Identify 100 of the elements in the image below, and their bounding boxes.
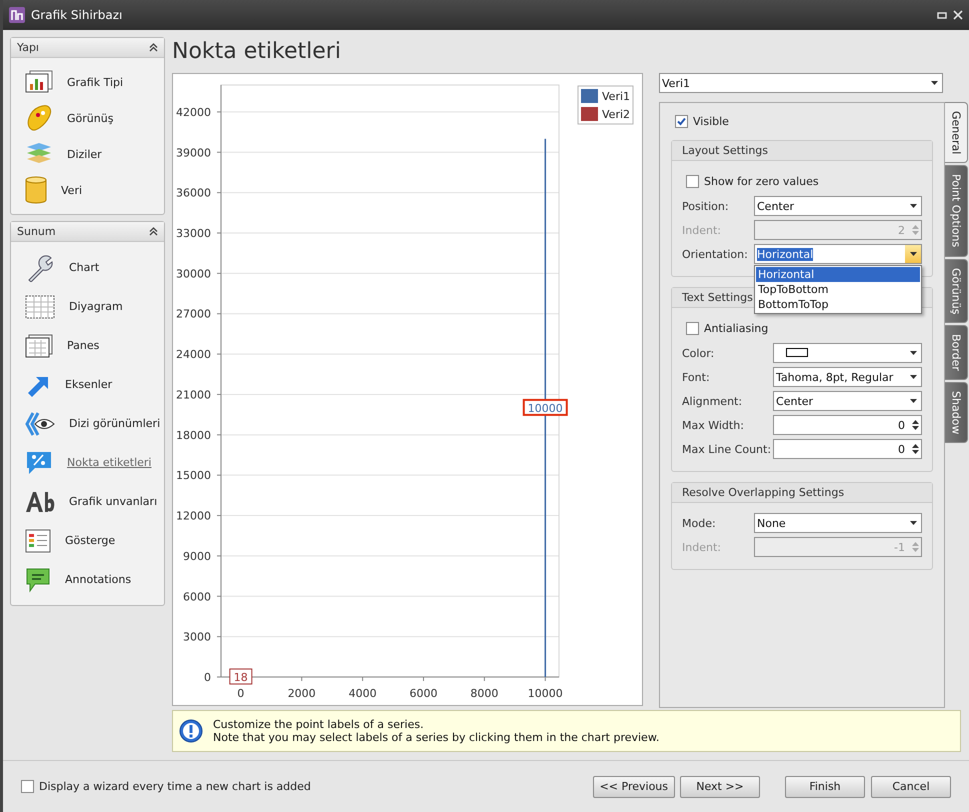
y-tick-label: 42000 <box>176 106 211 119</box>
dropdown[interactable]: Tahoma, 8pt, Regular <box>773 367 922 387</box>
annotation: 10000 <box>528 402 563 415</box>
page-title: Nokta etiketleri <box>172 38 342 66</box>
tab[interactable]: Point Options <box>945 165 968 257</box>
panes-icon <box>25 334 53 358</box>
checkbox[interactable]: Display a wizard every time a new chart is added <box>21 780 593 793</box>
legend-icon <box>25 528 51 552</box>
grid-icon <box>25 294 55 318</box>
sidebar-item[interactable]: Eksenler <box>65 378 112 391</box>
dropdown-arrow-icon <box>910 252 916 256</box>
dropdown-arrow-icon <box>930 81 938 85</box>
field-label: Orientation: <box>682 248 749 260</box>
group-title: Resolve Overlapping Settings <box>682 486 844 499</box>
y-tick-label: 15000 <box>176 469 211 482</box>
y-tick-label: 21000 <box>176 388 211 402</box>
close-icon[interactable] <box>953 10 963 20</box>
sidebar-item[interactable]: Panes <box>67 339 100 352</box>
color-dropdown[interactable] <box>773 343 922 363</box>
spin-arrows-icon[interactable] <box>912 443 918 455</box>
dropdown-arrow-icon <box>910 204 916 208</box>
checkbox[interactable]: Visible <box>671 113 933 130</box>
series-dropdown[interactable]: Veri1 <box>659 73 943 93</box>
field-label: Indent: <box>682 540 722 554</box>
legend-label: Veri1 <box>602 90 630 103</box>
collapse-icon[interactable] <box>149 43 158 52</box>
sidebar-item[interactable]: Dizi görünümleri <box>69 417 160 430</box>
y-tick-label: 36000 <box>176 186 211 200</box>
tab[interactable]: Border <box>945 325 968 380</box>
field-label: Color: <box>682 346 716 360</box>
sidebar-item[interactable]: Grafik unvanları <box>69 495 158 508</box>
field-label: Mode: <box>682 516 717 530</box>
checkbox[interactable]: Antialiasing <box>686 322 922 335</box>
y-tick-label: 0 <box>204 671 211 684</box>
point-label[interactable]: 10000 <box>522 398 568 416</box>
tab[interactable]: Görünüş <box>945 258 968 324</box>
y-tick-label: 3000 <box>183 630 211 644</box>
spin-field[interactable]: 0 <box>773 415 922 435</box>
tab[interactable]: General <box>945 102 968 164</box>
wizard-button[interactable]: Cancel <box>871 776 951 798</box>
info-text: Note that you may select labels of a series by clicking them in the chart preview. <box>213 731 660 744</box>
field-label: Font: <box>682 370 711 384</box>
x-tick-label: 4000 <box>348 687 377 700</box>
field-label: Max Line Count: <box>682 442 772 456</box>
dropdown-arrow-icon <box>910 375 916 379</box>
sidebar-item[interactable]: Diziler <box>67 148 102 160</box>
percent-bubble-icon <box>25 450 53 476</box>
checkbox[interactable]: Show for zero values <box>686 175 922 188</box>
dropdown-option[interactable]: Horizontal <box>756 267 920 282</box>
bar-chart-icon <box>25 70 53 94</box>
x-tick-label: 10000 <box>528 687 563 700</box>
minimize-icon[interactable] <box>937 10 947 20</box>
sidebar-item[interactable]: Diyagram <box>69 300 123 313</box>
dropdown-arrow-icon <box>910 399 916 403</box>
dropdown-arrow-icon <box>910 521 916 525</box>
legend-label: Veri2 <box>602 108 630 121</box>
y-tick-label: 18000 <box>176 428 211 442</box>
field-label: Indent: <box>682 224 722 236</box>
cylinder-icon <box>25 176 47 204</box>
y-tick-label: 39000 <box>176 146 211 160</box>
window-title: Grafik Sihirbazı <box>31 8 124 22</box>
point-label[interactable]: 18 <box>229 668 252 684</box>
info-icon <box>179 719 203 743</box>
sidebar-item[interactable]: Chart <box>69 261 100 274</box>
y-tick-label: 9000 <box>183 550 211 563</box>
wizard-button[interactable]: << Previous <box>592 776 675 798</box>
app-icon <box>9 7 25 23</box>
y-tick-label: 27000 <box>176 308 211 321</box>
spin-arrows-icon[interactable] <box>912 419 918 431</box>
dropdown[interactable]: Center <box>773 391 922 411</box>
speech-bubble-icon <box>25 566 51 592</box>
checkmark-icon <box>677 117 686 126</box>
sidebar-item[interactable]: Grafik Tipi <box>67 76 124 88</box>
wizard-button[interactable]: Next >> <box>680 776 760 798</box>
section-title: Sunum <box>17 225 56 238</box>
tab[interactable]: Shadow <box>945 382 968 444</box>
dropdown[interactable]: None <box>754 513 922 533</box>
dropdown[interactable]: Center <box>754 196 922 216</box>
x-tick-label: 2000 <box>288 687 316 700</box>
letters-icon <box>25 490 55 514</box>
spin-field[interactable]: 0 <box>773 439 922 459</box>
field-label: Alignment: <box>682 394 744 408</box>
x-tick-label: 0 <box>237 687 244 700</box>
sidebar-item[interactable]: Görünüş <box>67 112 114 124</box>
field-label: Position: <box>682 200 730 212</box>
section-title: Yapı <box>17 41 39 54</box>
annotation: 18 <box>234 671 248 684</box>
sidebar-item[interactable]: Annotations <box>65 573 132 586</box>
y-tick-label: 12000 <box>176 510 211 523</box>
x-tick-label: 6000 <box>410 687 438 700</box>
field-label: Max Width: <box>682 418 745 432</box>
x-tick-label: 8000 <box>470 687 498 700</box>
sidebar-item[interactable]: Gösterge <box>65 534 116 547</box>
eye-icon <box>25 410 55 436</box>
y-tick-label: 30000 <box>176 267 211 280</box>
sidebar-item[interactable]: Nokta etiketleri <box>67 456 152 469</box>
wizard-button[interactable]: Finish <box>785 776 865 798</box>
collapse-icon[interactable] <box>149 227 158 236</box>
group-title: Layout Settings <box>682 144 768 157</box>
sidebar-item[interactable]: Veri <box>61 184 82 196</box>
